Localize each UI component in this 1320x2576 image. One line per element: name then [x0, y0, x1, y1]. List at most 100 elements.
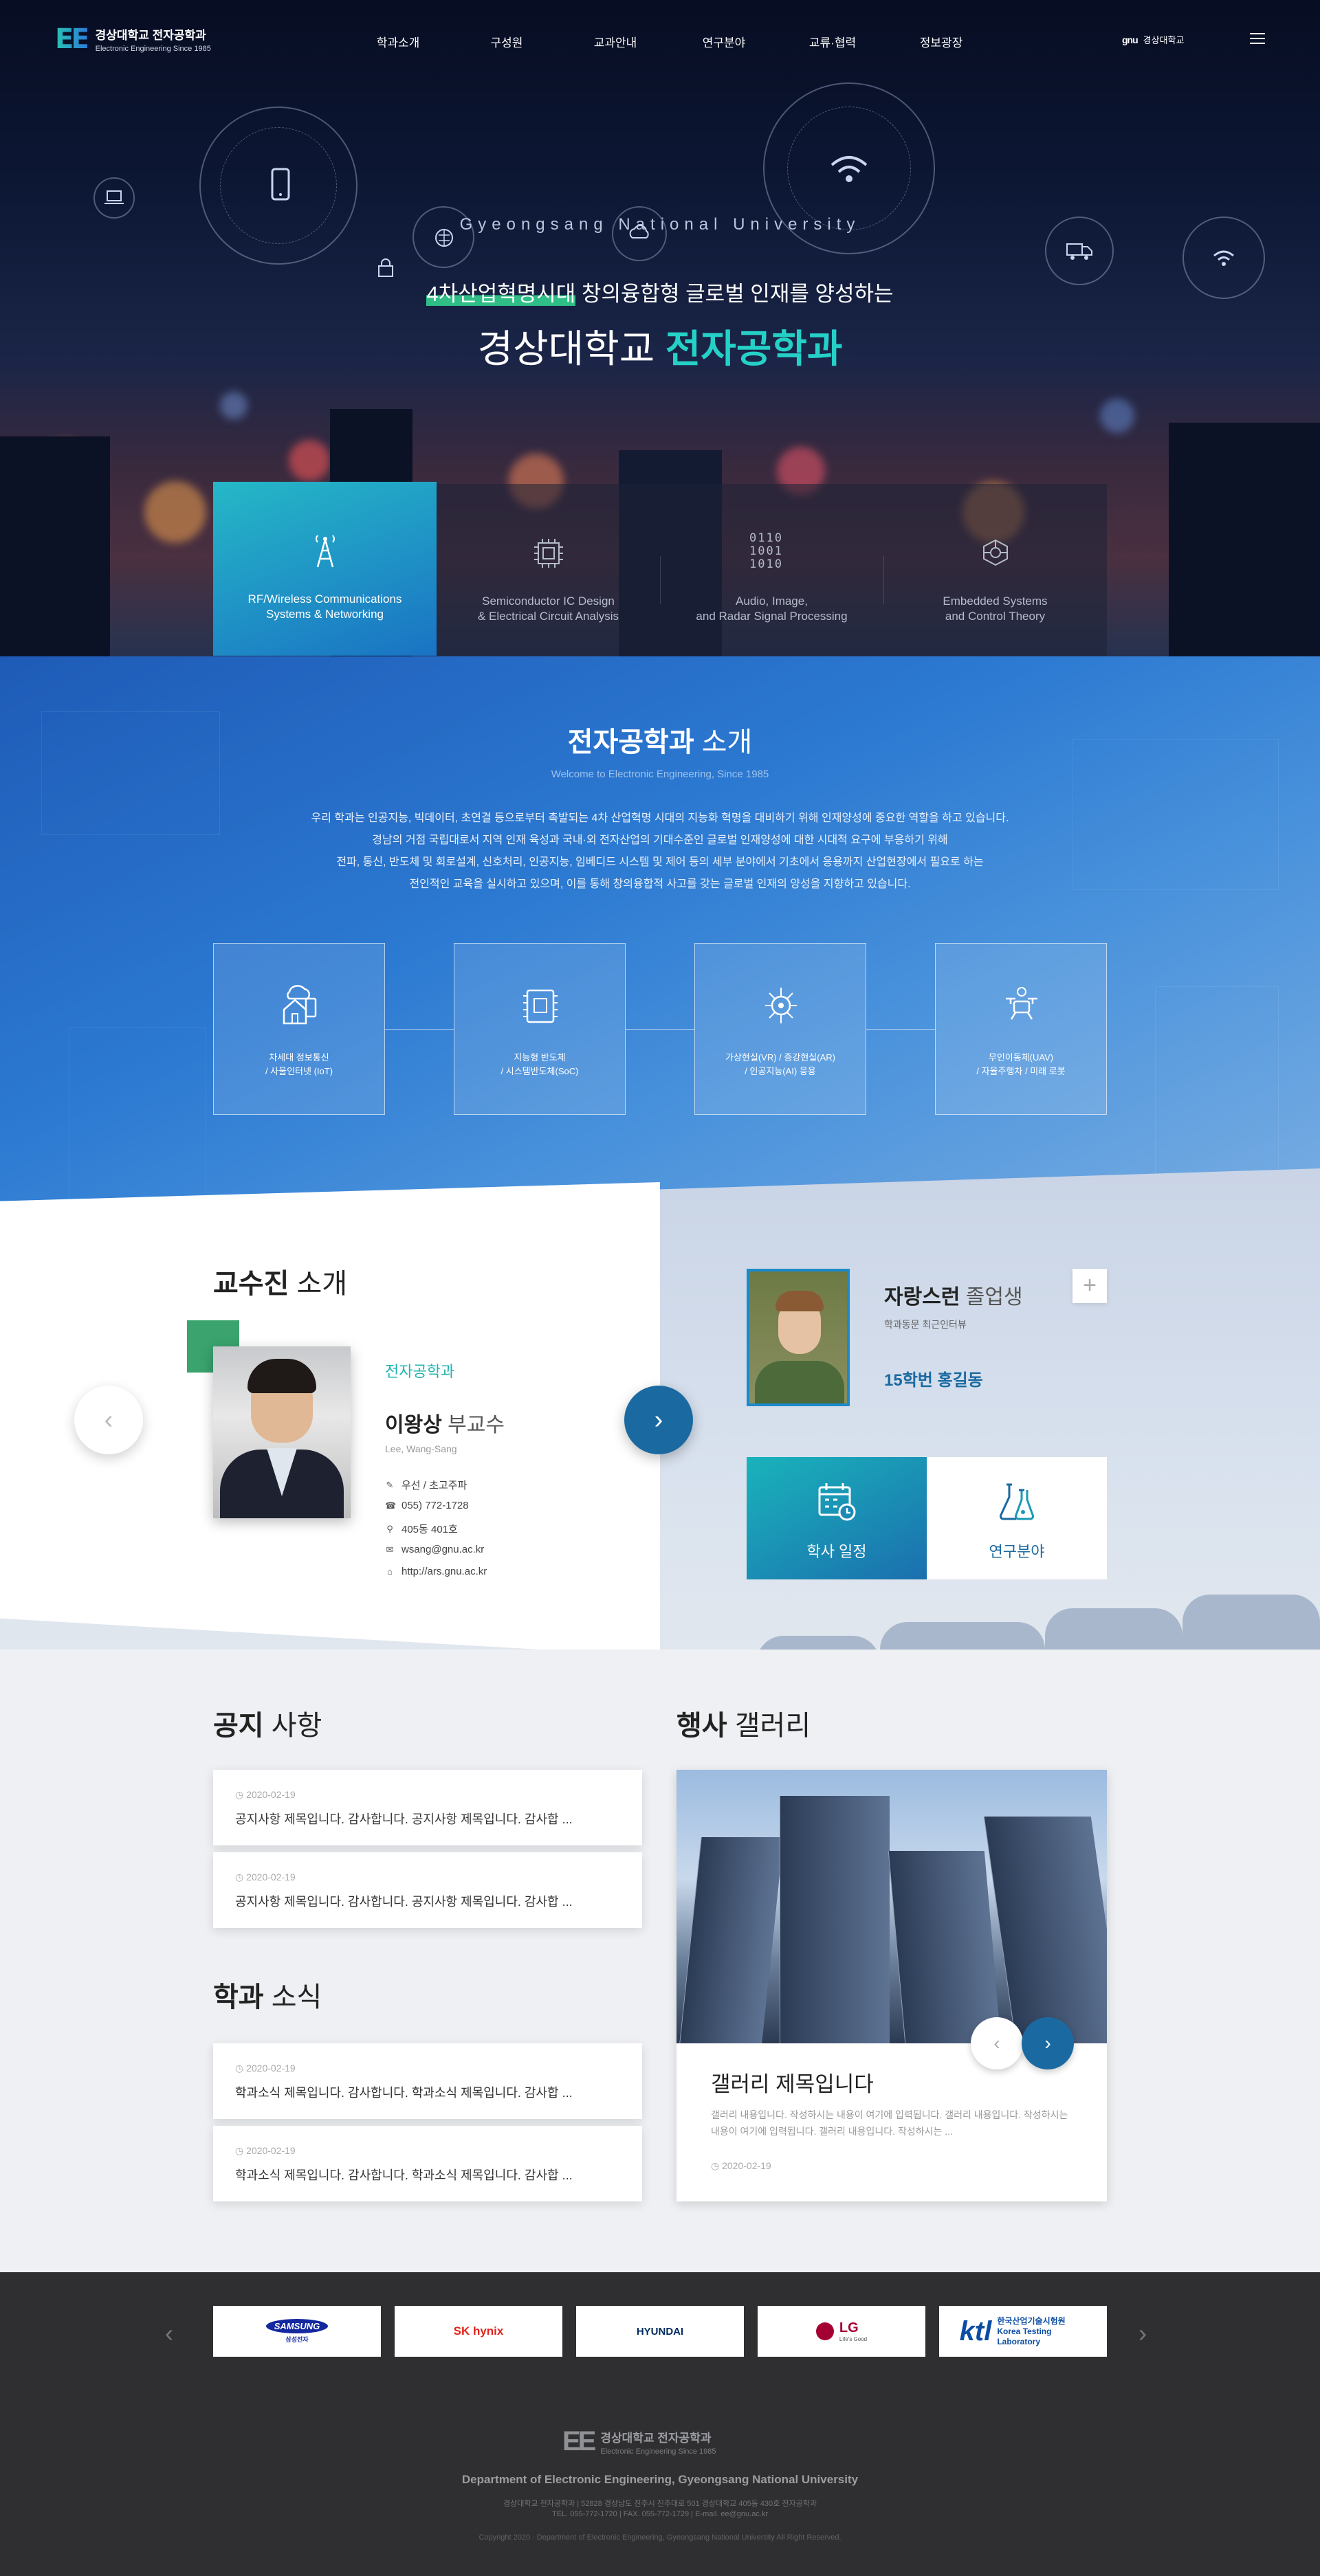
- clock-icon: ◷: [235, 1789, 247, 1800]
- notice-item[interactable]: ◷ 2020-02-19 공지사항 제목입니다. 감사합니다. 공지사항 제목입…: [213, 1770, 642, 1845]
- nav-item-about[interactable]: 학과소개: [344, 33, 452, 50]
- intro-title-bold: 전자공학과: [567, 727, 694, 757]
- academic-calendar-button[interactable]: 학사 일정: [747, 1457, 927, 1579]
- focus-box-soc[interactable]: 지능형 반도체 / 시스템반도체(SoC): [454, 943, 626, 1115]
- faculty-title-bold: 교수진: [213, 1269, 289, 1299]
- nav-item-info[interactable]: 정보광장: [887, 33, 996, 50]
- partners-prev-button[interactable]: ‹: [165, 2319, 173, 2348]
- flask-icon: [999, 1483, 1035, 1520]
- clock-icon: ◷: [235, 1872, 247, 1883]
- academic-calendar-label: 학사 일정: [806, 1543, 867, 1560]
- field-tab-semiconductor[interactable]: Semiconductor IC Design & Electrical Cir…: [437, 484, 660, 656]
- news-item[interactable]: ◷ 2020-02-19 학과소식 제목입니다. 감사합니다. 학과소식 제목입…: [213, 2126, 642, 2201]
- intro-desc-line: 전인적인 교육을 실시하고 있으며, 이를 통해 창의융합적 사고를 갖는 글로…: [409, 878, 911, 890]
- field-tab-rf[interactable]: RF/Wireless Communications Systems & Net…: [213, 482, 437, 656]
- semiconductor-icon: [523, 989, 558, 1023]
- prev-professor-button[interactable]: ‹: [74, 1386, 143, 1454]
- next-professor-button[interactable]: ›: [624, 1386, 693, 1454]
- nav-item-curriculum[interactable]: 교과안내: [561, 33, 670, 50]
- focus-box-uav[interactable]: 무인이동체(UAV) / 자율주행차 / 미래 로봇: [935, 943, 1107, 1115]
- chevron-right-icon: ›: [654, 1405, 663, 1434]
- pencil-icon: ✎: [386, 1479, 394, 1490]
- hero-title-univ: 경상대학교: [477, 327, 666, 370]
- notice-item-title: 공지사항 제목입니다. 감사합니다. 공지사항 제목입니다. 감사합 ...: [235, 1812, 573, 1826]
- partners-next-button[interactable]: ›: [1138, 2319, 1147, 2348]
- professor-photo: [213, 1346, 351, 1518]
- news-date-text: 2020-02-19: [246, 2063, 296, 2074]
- hamburger-menu-icon[interactable]: [1250, 33, 1265, 44]
- focus-box-label: / 자율주행차 / 미래 로봇: [976, 1066, 1066, 1076]
- field-label-line2: and Control Theory: [945, 610, 1046, 623]
- gallery-title-bold: 행사: [676, 1711, 727, 1741]
- logo-subtitle: Electronic Engineering Since 1985: [95, 45, 211, 53]
- ktl-logo-text: ktl: [959, 2316, 992, 2346]
- partners-bar: ‹ SAMSUNG 삼성전자 SK hynix HYUNDAI LG Life's…: [0, 2272, 1320, 2384]
- lg-logo-text: LG: [839, 2320, 859, 2335]
- alumni-photo: [747, 1269, 850, 1406]
- focus-area-boxes: 차세대 정보통신 / 사물인터넷 (IoT) 지능형 반도체 / 시스템반도체(…: [213, 943, 1107, 1115]
- city-building: [0, 436, 110, 656]
- professor-homepage[interactable]: ⌂ http://ars.gnu.ac.kr: [385, 1566, 487, 1577]
- binary-icon: 0110 1001 1010: [749, 532, 783, 571]
- nav-item-exchange[interactable]: 교류·협력: [778, 33, 887, 50]
- focus-box-ai[interactable]: 가상현실(VR) / 증강현실(AR) / 인공지능(AI) 응용: [694, 943, 866, 1115]
- connector-line: [626, 1029, 694, 1030]
- partner-logo-ktl[interactable]: ktl 한국산업기술시험원 Korea Testing Laboratory: [939, 2306, 1107, 2357]
- research-field-button[interactable]: 연구분야: [927, 1457, 1107, 1579]
- footer-logo-title: 경상대학교 전자공학과: [600, 2431, 712, 2445]
- bokeh-light: [144, 481, 206, 543]
- field-tab-signal[interactable]: 0110 1001 1010 Audio, Image, and Radar S…: [660, 484, 883, 656]
- board-section: [0, 1650, 1320, 2272]
- news-title: 학과 소식: [213, 1975, 322, 2014]
- alumni-title: 자랑스런 졸업생: [884, 1280, 1023, 1310]
- footer-logo: EE 경상대학교 전자공학과 Electronic Engineering Si…: [562, 2426, 716, 2457]
- alumni-more-button[interactable]: +: [1072, 1269, 1107, 1303]
- partner-logo-lg[interactable]: LG Life's Good: [758, 2306, 925, 2357]
- photo-body: [755, 1361, 844, 1403]
- field-tab-embedded[interactable]: Embedded Systems and Control Theory: [883, 484, 1107, 656]
- ktl-logo-sub: 한국산업기술시험원 Korea Testing Laboratory: [997, 2316, 1066, 2346]
- hero-title: 경상대학교 전자공학과: [0, 318, 1320, 374]
- footer-logo-mark: EE: [562, 2426, 596, 2456]
- city-building: [1169, 423, 1320, 656]
- gallery-card[interactable]: ‹ › 갤러리 제목입니다 갤러리 내용입니다. 작성하시는 내용이 여기에 입…: [676, 1770, 1107, 2201]
- site-logo[interactable]: EE 경상대학교 전자공학과 Electronic Engineering Si…: [55, 23, 211, 55]
- photo-hair: [248, 1359, 316, 1393]
- nav-item-members[interactable]: 구성원: [452, 33, 561, 50]
- alumni-subtitle: 학과동문 최근인터뷰: [884, 1319, 967, 1330]
- photo-building: [780, 1796, 890, 2043]
- nav-item-research[interactable]: 연구분야: [670, 33, 778, 50]
- ai-brain-icon: [765, 988, 797, 1023]
- focus-box-iot[interactable]: 차세대 정보통신 / 사물인터넷 (IoT): [213, 943, 385, 1115]
- gallery-next-button[interactable]: ›: [1022, 2017, 1074, 2069]
- circuit-pattern: [1072, 739, 1279, 890]
- notice-date: ◷ 2020-02-19: [235, 1789, 296, 1801]
- professor-department: 전자공학과: [385, 1363, 455, 1380]
- intro-desc-line: 전파, 통신, 반도체 및 회로설계, 신호처리, 인공지능, 임베디드 시스템…: [336, 856, 984, 868]
- alumni-name[interactable]: 15학번 홍길동: [884, 1366, 983, 1390]
- field-divider: [883, 556, 884, 604]
- hero-subtitle: Gyeongsang National University: [459, 215, 861, 234]
- notice-date-text: 2020-02-19: [246, 1872, 296, 1883]
- faculty-title-rest: 소개: [289, 1269, 348, 1299]
- gallery-prev-button[interactable]: ‹: [971, 2017, 1023, 2069]
- news-item[interactable]: ◷ 2020-02-19 학과소식 제목입니다. 감사합니다. 학과소식 제목입…: [213, 2043, 642, 2119]
- field-divider: [660, 556, 661, 604]
- binary-line: 1010: [749, 557, 783, 571]
- partner-logo-samsung[interactable]: SAMSUNG 삼성전자: [213, 2306, 381, 2357]
- partner-logo-skhynix[interactable]: SK hynix: [395, 2306, 562, 2357]
- professor-email[interactable]: ✉ wsang@gnu.ac.kr: [385, 1544, 485, 1555]
- mail-icon: ✉: [386, 1544, 394, 1555]
- chip-icon: [534, 539, 563, 568]
- university-link[interactable]: gnu 경상대학교: [1122, 33, 1184, 46]
- professor-position: 부교수: [441, 1414, 505, 1436]
- notice-item[interactable]: ◷ 2020-02-19 공지사항 제목입니다. 감사합니다. 공지사항 제목입…: [213, 1852, 642, 1928]
- photo-hair: [776, 1291, 824, 1311]
- focus-box-label: / 사물인터넷 (IoT): [265, 1066, 333, 1076]
- intro-desc-line: 경남의 거점 국립대로서 지역 인재 육성과 국내·외 전자산업의 기대수준인 …: [372, 834, 948, 846]
- partner-logo-hyundai[interactable]: HYUNDAI: [576, 2306, 744, 2357]
- intro-title: 전자공학과 소개: [0, 720, 1320, 759]
- notice-item-title: 공지사항 제목입니다. 감사합니다. 공지사항 제목입니다. 감사합 ...: [235, 1895, 573, 1909]
- professor-name-text: 이왕상: [385, 1414, 442, 1436]
- intro-desc-line: 우리 학과는 인공지능, 빅데이터, 초연결 등으로부터 촉발되는 4차 산업혁…: [311, 812, 1009, 824]
